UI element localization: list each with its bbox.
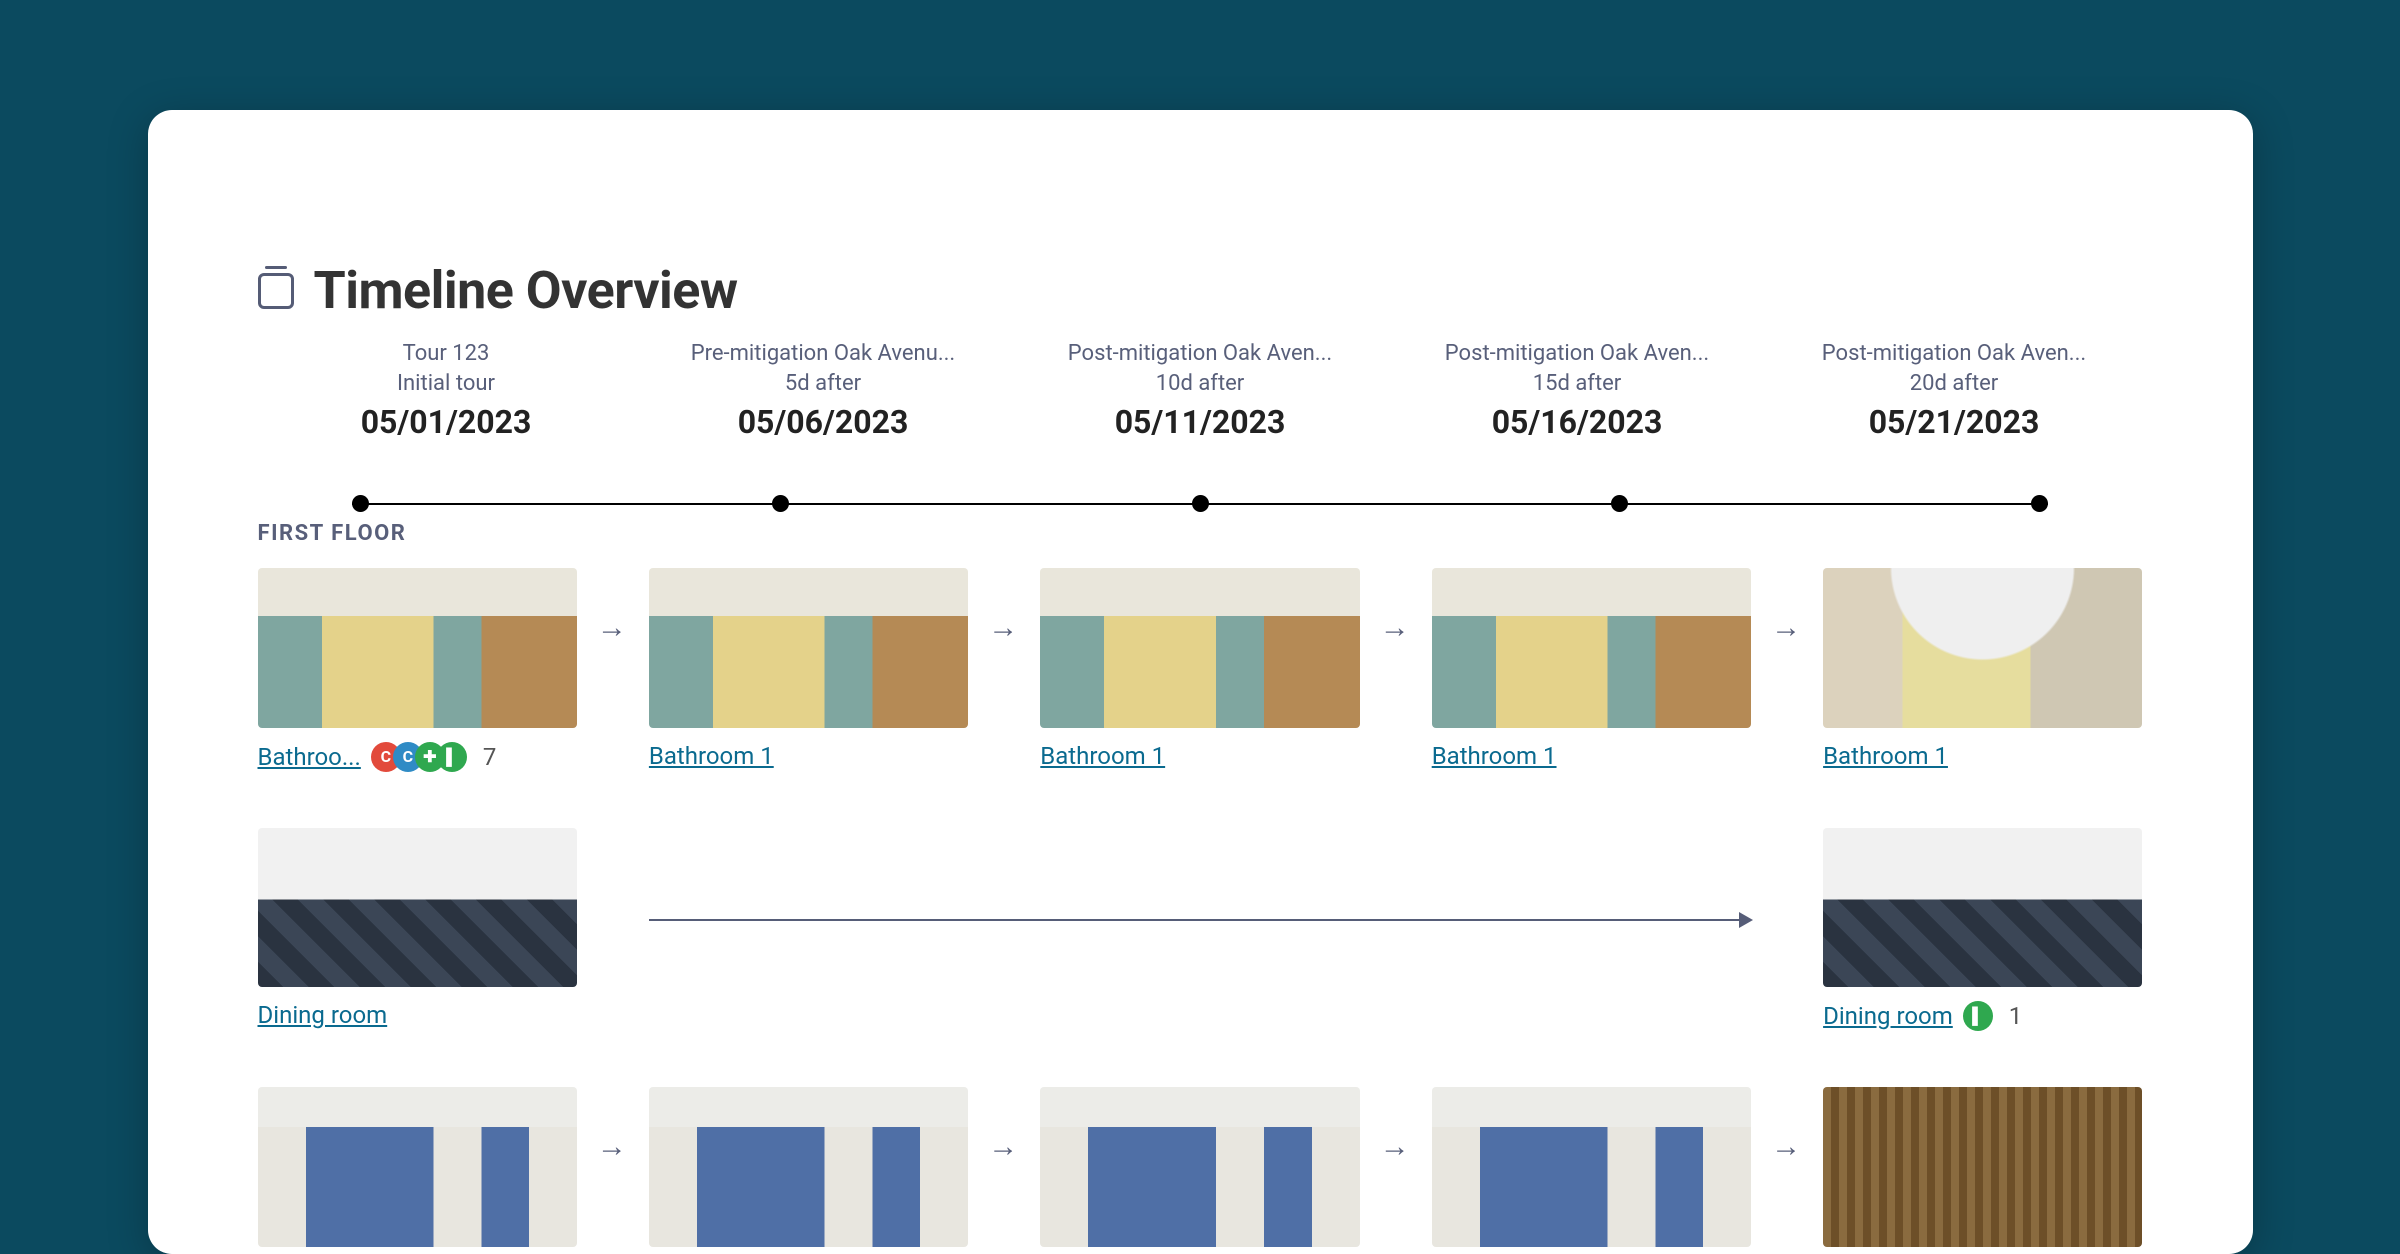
timeline-sub: Initial tour: [397, 371, 495, 396]
arrow-right-icon: →: [1380, 610, 1410, 645]
long-arrow-icon: [649, 919, 1751, 921]
floor-label: FIRST FLOOR: [258, 521, 2143, 546]
room-cell: → Bathroo... C C ✚ ▌ 7: [258, 568, 577, 772]
timeline-dot: [1611, 495, 1628, 512]
timeline-date: 05/21/2023: [1766, 403, 2143, 441]
room-caption: Bathroom 1: [1040, 742, 1359, 770]
room-thumbnail[interactable]: [1823, 1087, 2142, 1247]
room-row-dining: Dining room Dining room ▌ 1: [258, 828, 2143, 1032]
timeline-sub: 15d after: [1533, 371, 1622, 396]
arrow-right-icon: →: [988, 610, 1018, 645]
room-caption: Dining room: [258, 1001, 577, 1029]
room-cell: [1823, 1087, 2142, 1247]
room-link[interactable]: Dining room: [258, 1001, 388, 1029]
room-thumbnail[interactable]: [1040, 1087, 1359, 1247]
timeline-name: Post-mitigation Oak Aven...: [1445, 341, 1709, 366]
room-link[interactable]: Bathroom 1: [1823, 742, 1948, 770]
room-cell: Bathroom 1: [1823, 568, 2142, 770]
timeline-date: 05/11/2023: [1012, 403, 1389, 441]
room-caption: Bathroo... C C ✚ ▌ 7: [258, 742, 577, 772]
badge-group: ▌: [1963, 1001, 1993, 1031]
arrow-right-icon: →: [597, 1129, 627, 1164]
timeline-col-3[interactable]: Post-mitigation Oak Aven... 15d after 05…: [1389, 339, 1766, 441]
room-thumbnail[interactable]: [258, 828, 577, 988]
room-caption: Bathroom 1: [649, 742, 968, 770]
room-thumbnail[interactable]: [258, 1087, 577, 1247]
room-cell: → Bathroom 1: [649, 568, 968, 770]
timeline-dot: [352, 495, 369, 512]
timeline-col-0[interactable]: Tour 123 Initial tour 05/01/2023: [258, 339, 635, 441]
room-row-bathroom: → Bathroo... C C ✚ ▌ 7 → Bathroom 1 →: [258, 568, 2143, 772]
room-link[interactable]: Bathroom 1: [1040, 742, 1165, 770]
room-cell: → Bathroom 1: [1040, 568, 1359, 770]
room-thumbnail[interactable]: [1823, 828, 2142, 988]
room-thumbnail[interactable]: [1823, 568, 2142, 728]
heading: Timeline Overview: [258, 260, 2143, 321]
timeline-col-4[interactable]: Post-mitigation Oak Aven... 20d after 05…: [1766, 339, 2143, 441]
room-cell: →: [649, 1087, 968, 1247]
room-cell: →: [258, 1087, 577, 1247]
timeline-axis: [258, 491, 2143, 521]
arrow-right-icon: →: [1771, 1129, 1801, 1164]
timeline-date: 05/16/2023: [1389, 403, 1766, 441]
arrow-right-icon: →: [1771, 610, 1801, 645]
timeline-sub: 20d after: [1910, 371, 1999, 396]
badge-icon[interactable]: ▌: [1963, 1001, 1993, 1031]
arrow-right-icon: →: [597, 610, 627, 645]
room-thumbnail[interactable]: [1432, 568, 1751, 728]
room-caption: Bathroom 1: [1432, 742, 1751, 770]
room-cell: →: [1432, 1087, 1751, 1247]
badge-icon[interactable]: ▌: [437, 742, 467, 772]
room-caption: Dining room ▌ 1: [1823, 1001, 2142, 1031]
room-cell: Dining room ▌ 1: [1823, 828, 2142, 1032]
timeline-name: Pre-mitigation Oak Avenu...: [691, 341, 955, 366]
arrow-right-icon: →: [988, 1129, 1018, 1164]
room-thumbnail[interactable]: [1432, 1087, 1751, 1247]
timeline-date: 05/01/2023: [258, 403, 635, 441]
room-cell: →: [1040, 1087, 1359, 1247]
timeline-dot: [1192, 495, 1209, 512]
timeline-col-1[interactable]: Pre-mitigation Oak Avenu... 5d after 05/…: [635, 339, 1012, 441]
badge-group: C C ✚ ▌: [371, 742, 467, 772]
timeline-name: Post-mitigation Oak Aven...: [1068, 341, 1332, 366]
badge-count: 1: [2009, 1002, 2023, 1030]
timeline-dot: [2031, 495, 2048, 512]
badge-count: 7: [483, 743, 497, 771]
arrow-right-icon: →: [1380, 1129, 1410, 1164]
room-link[interactable]: Dining room: [1823, 1002, 1953, 1030]
timeline-dot: [772, 495, 789, 512]
room-thumbnail[interactable]: [649, 568, 968, 728]
timeline-overview-card: Timeline Overview Tour 123 Initial tour …: [148, 110, 2253, 1254]
stack-icon: [258, 273, 294, 309]
timeline-axis-dots: [352, 495, 2049, 512]
room-cell: Dining room: [258, 828, 577, 1030]
room-cell: → Bathroom 1: [1432, 568, 1751, 770]
room-link[interactable]: Bathroom 1: [1432, 742, 1557, 770]
page-title: Timeline Overview: [314, 260, 738, 321]
timeline-col-2[interactable]: Post-mitigation Oak Aven... 10d after 05…: [1012, 339, 1389, 441]
room-caption: Bathroom 1: [1823, 742, 2142, 770]
timeline-date: 05/06/2023: [635, 403, 1012, 441]
room-link[interactable]: Bathroo...: [258, 743, 361, 771]
room-thumbnail[interactable]: [258, 568, 577, 728]
timeline-name: Post-mitigation Oak Aven...: [1822, 341, 2086, 366]
room-row-3: → → → →: [258, 1087, 2143, 1247]
timeline-sub: 10d after: [1156, 371, 1245, 396]
room-thumbnail[interactable]: [1040, 568, 1359, 728]
timeline-header: Tour 123 Initial tour 05/01/2023 Pre-mit…: [258, 339, 2143, 441]
timeline-name: Tour 123: [403, 341, 490, 366]
timeline-sub: 5d after: [785, 371, 861, 396]
room-thumbnail[interactable]: [649, 1087, 968, 1247]
room-link[interactable]: Bathroom 1: [649, 742, 774, 770]
